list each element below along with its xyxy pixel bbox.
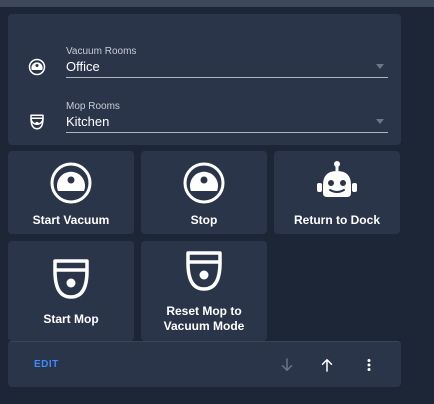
- mop-rooms-value: Kitchen: [66, 114, 110, 129]
- chevron-down-icon: [376, 64, 384, 69]
- reset-mop-label-line2: Vacuum Mode: [163, 319, 245, 333]
- return-to-dock-label: Return to Dock: [293, 213, 380, 227]
- mop-rooms-underline: [66, 132, 388, 133]
- robot-mop-icon: [53, 259, 89, 299]
- vacuum-rooms-row[interactable]: Vacuum Rooms Office: [8, 36, 401, 86]
- robot-mop-icon: [186, 251, 222, 291]
- mop-rooms-label: Mop Rooms: [66, 101, 120, 112]
- robot-face-icon: [317, 161, 357, 197]
- vacuum-rooms-value: Office: [66, 59, 100, 74]
- return-to-dock-button[interactable]: Return to Dock: [274, 151, 400, 234]
- dots-vertical-icon[interactable]: [360, 356, 378, 374]
- stop-button[interactable]: Stop: [141, 151, 267, 234]
- start-mop-label: Start Mop: [43, 312, 99, 326]
- reset-mop-label-line1: Reset Mop to: [166, 304, 242, 318]
- chevron-down-icon: [376, 119, 384, 124]
- robot-mop-icon: [30, 114, 44, 130]
- robot-vacuum-icon: [50, 162, 92, 204]
- arrow-down-icon[interactable]: [278, 356, 296, 374]
- reset-mop-button[interactable]: Reset Mop to Vacuum Mode: [141, 241, 267, 341]
- vacuum-rooms-select[interactable]: Vacuum Rooms Office: [66, 36, 388, 86]
- start-vacuum-label: Start Vacuum: [32, 213, 110, 227]
- edit-button[interactable]: EDIT: [34, 359, 59, 370]
- mop-rooms-select[interactable]: Mop Rooms Kitchen: [66, 91, 388, 141]
- top-bar: [0, 0, 434, 7]
- mop-rooms-row[interactable]: Mop Rooms Kitchen: [8, 91, 401, 141]
- robot-vacuum-icon: [28, 58, 46, 76]
- vacuum-rooms-label: Vacuum Rooms: [66, 46, 137, 57]
- edit-footer: EDIT: [8, 341, 401, 387]
- robot-vacuum-icon: [183, 162, 225, 204]
- vacuum-rooms-underline: [66, 77, 388, 78]
- start-mop-button[interactable]: Start Mop: [8, 241, 134, 341]
- stop-label: Stop: [190, 213, 218, 227]
- arrow-up-icon[interactable]: [318, 356, 336, 374]
- room-select-card: Vacuum Rooms Office Mop Rooms Kitchen: [8, 14, 401, 145]
- start-vacuum-button[interactable]: Start Vacuum: [8, 151, 134, 234]
